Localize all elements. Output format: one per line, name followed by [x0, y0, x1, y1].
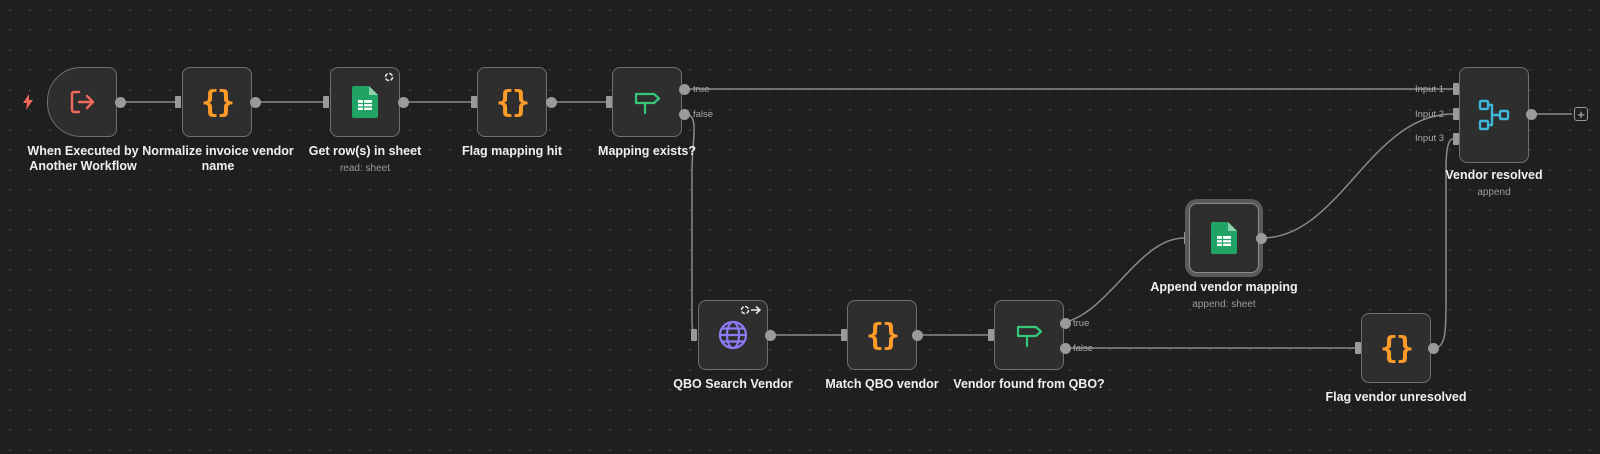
signpost-icon — [1015, 322, 1043, 348]
add-node-button[interactable]: + — [1574, 107, 1588, 121]
vendorfound-true-label: true — [1073, 318, 1090, 329]
vendorfound-false-port[interactable] — [1060, 343, 1071, 354]
node-label-qbo: QBO Search Vendor — [673, 377, 793, 391]
mapping-true-port[interactable] — [679, 84, 690, 95]
google-sheets-icon — [352, 86, 378, 118]
node-match-qbo-vendor[interactable]: {} — [847, 300, 917, 370]
node-label-merge: Vendor resolved — [1445, 168, 1543, 182]
append-output-port[interactable] — [1256, 233, 1267, 244]
mapping-false-label: false — [693, 109, 714, 120]
qbo-output-port[interactable] — [765, 330, 776, 341]
flagunresolved-output-port[interactable] — [1428, 343, 1439, 354]
merge-output-port[interactable] — [1526, 109, 1537, 120]
trigger-bolt-icon — [23, 94, 33, 110]
node-label-normalize: Normalize invoice vendor name — [142, 144, 294, 173]
code-braces-icon: {} — [865, 317, 900, 353]
flaghit-output-port[interactable] — [546, 97, 557, 108]
normalize-input-port[interactable] — [175, 96, 181, 108]
node-label-append: Append vendor mapping — [1150, 280, 1298, 294]
mapping-false-port[interactable] — [679, 109, 690, 120]
signpost-icon — [633, 89, 661, 115]
node-label-getrows: Get row(s) in sheet — [308, 144, 422, 158]
node-label-flagunresolved: Flag vendor unresolved — [1325, 390, 1467, 404]
refresh-forward-icon — [740, 305, 762, 315]
node-sublabel-getrows: read: sheet — [339, 163, 391, 174]
code-braces-icon: {} — [495, 84, 530, 120]
node-append-vendor-mapping[interactable] — [1189, 203, 1259, 273]
node-sublabel-append: append: sheet — [1192, 299, 1256, 310]
normalize-output-port[interactable] — [250, 97, 261, 108]
sign-in-arrow-icon — [67, 87, 97, 117]
vendorfound-false-label: false — [1073, 343, 1094, 354]
google-sheets-icon — [1211, 222, 1237, 254]
globe-icon — [717, 319, 749, 351]
merge-input1-label: Input 1 — [1415, 84, 1445, 95]
code-braces-icon: {} — [200, 84, 235, 120]
merge-input2-label: Input 2 — [1415, 109, 1445, 120]
trigger-output-port[interactable] — [115, 97, 126, 108]
refresh-icon — [384, 72, 394, 82]
node-label-mapping: Mapping exists? — [598, 144, 696, 158]
node-mapping-exists[interactable] — [612, 67, 682, 137]
getrows-input-port[interactable] — [323, 96, 329, 108]
node-normalize-vendor[interactable]: {} — [182, 67, 252, 137]
node-vendor-found[interactable] — [994, 300, 1064, 370]
match-output-port[interactable] — [912, 330, 923, 341]
node-when-executed[interactable] — [47, 67, 117, 137]
node-get-rows[interactable] — [330, 67, 400, 137]
node-label-vendorfound: Vendor found from QBO? — [953, 377, 1105, 391]
node-label-match: Match QBO vendor — [825, 377, 939, 391]
node-flag-mapping-hit[interactable]: {} — [477, 67, 547, 137]
qbo-input-port[interactable] — [691, 329, 697, 341]
node-qbo-search-vendor[interactable] — [698, 300, 768, 370]
merge-icon — [1477, 98, 1511, 132]
code-braces-icon: {} — [1379, 330, 1414, 366]
getrows-output-port[interactable] — [398, 97, 409, 108]
vendorfound-true-port[interactable] — [1060, 318, 1071, 329]
mapping-true-label: true — [693, 84, 710, 95]
node-vendor-resolved[interactable] — [1459, 67, 1529, 163]
node-flag-vendor-unresolved[interactable]: {} — [1361, 313, 1431, 383]
node-sublabel-merge: append — [1477, 187, 1511, 198]
merge-input3-label: Input 3 — [1415, 133, 1445, 144]
